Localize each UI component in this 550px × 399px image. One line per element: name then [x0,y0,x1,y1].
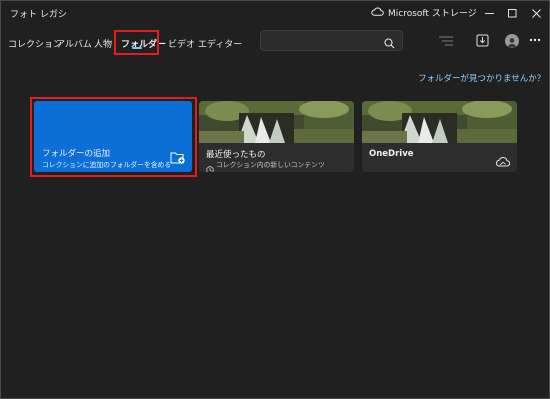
close-button[interactable] [524,3,548,21]
folder-not-found-link[interactable]: フォルダーが見つかりませんか？ [418,72,545,84]
add-folder-title: フォルダーの追加 [42,149,111,159]
onedrive-cloud-icon [495,152,511,171]
import-button[interactable] [474,33,490,49]
folder-add-icon [170,150,186,169]
minimize-icon [484,3,494,22]
filter-button[interactable] [438,33,454,49]
minimize-button[interactable] [477,3,501,21]
app-title: フォト レガシ [10,10,67,20]
folders-tab-highlight [114,30,159,55]
tab-people[interactable]: 人物 [94,37,112,50]
storage-button[interactable]: Microsoft ストレージ [371,6,477,19]
import-icon [476,32,489,51]
search-box[interactable] [260,30,403,51]
title-bar: フォト レガシ Microsoft ストレージ [1,1,549,25]
clock-icon [206,159,214,172]
recent-subtitle: コレクション内の新しいコンテンツ [216,161,325,169]
maximize-button[interactable] [500,3,524,21]
tab-video-editor[interactable]: ビデオ エディター [168,37,242,50]
add-folder-card[interactable]: フォルダーの追加 コレクションに追加のフォルダーを含める [34,101,192,172]
add-folder-subtitle: コレクションに追加のフォルダーを含める [42,161,172,169]
search-icon[interactable] [384,34,395,53]
filter-icon [439,32,453,51]
avatar-icon [505,34,519,48]
search-input[interactable] [267,34,381,49]
recent-card[interactable]: 最近使ったもの コレクション内の新しいコンテンツ [199,101,354,172]
recent-thumbnail [199,101,354,143]
maximize-icon [507,3,517,22]
tab-album[interactable]: アルバム [56,37,92,50]
onedrive-thumbnail [362,101,517,143]
app-window: フォト レガシ Microsoft ストレージ コレクション アルバム 人物 フ… [0,0,550,399]
more-button[interactable] [529,35,541,45]
tab-collection[interactable]: コレクション [8,37,62,50]
close-icon [531,3,541,22]
onedrive-title: OneDrive [369,149,414,159]
storage-label: Microsoft ストレージ [388,9,477,19]
avatar[interactable] [505,34,519,48]
cloud-icon [371,7,384,19]
more-icon [529,34,541,45]
onedrive-card[interactable]: OneDrive [362,101,517,172]
